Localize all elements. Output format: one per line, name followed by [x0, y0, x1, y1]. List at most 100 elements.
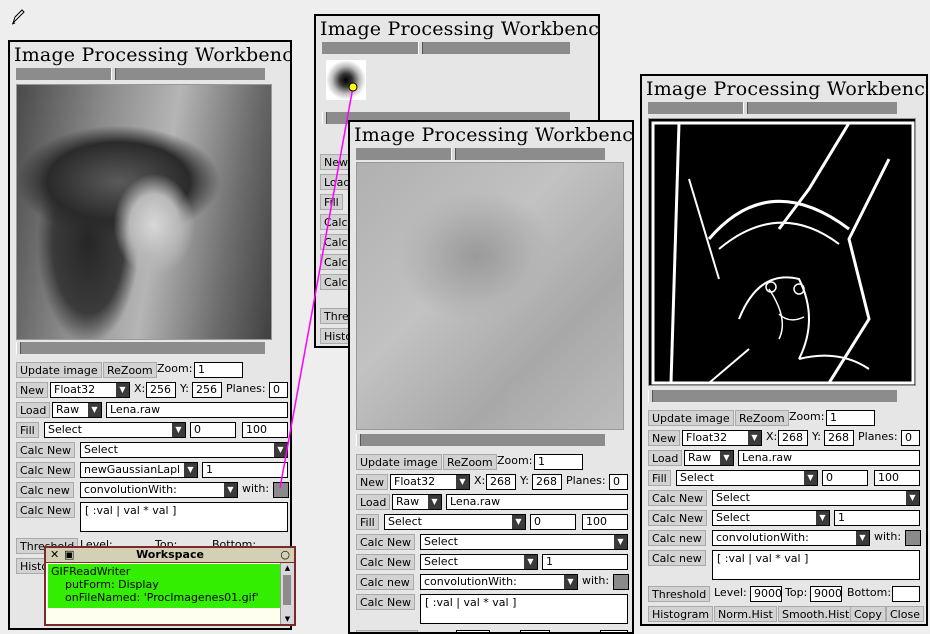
with-operand-swatch[interactable] — [613, 574, 629, 590]
calc-new-button-1[interactable]: Calc New — [16, 442, 76, 458]
calc-new-button-1[interactable]: Calc — [320, 214, 352, 230]
fill-dropdown[interactable]: Select ▼ — [676, 470, 818, 486]
fill-dropdown[interactable]: Select ▼ — [384, 514, 526, 530]
fill-min-field[interactable]: 0 — [190, 422, 236, 438]
format-dropdown[interactable]: Raw ▼ — [52, 402, 102, 418]
zoom-slider[interactable] — [322, 42, 570, 54]
calc-new-dropdown-3[interactable]: convolutionWith: ▼ — [420, 574, 578, 590]
image-scrollbar[interactable] — [16, 342, 265, 354]
calc-new-button-4[interactable]: Calc New — [16, 502, 76, 518]
close-icon[interactable]: ✕ — [50, 548, 59, 562]
new-button[interactable]: New — [356, 474, 388, 490]
image-view[interactable] — [356, 162, 624, 430]
load-button[interactable]: Load — [16, 402, 51, 418]
calc-new-button-2[interactable]: Calc New — [16, 462, 76, 478]
calc-new-dropdown-2[interactable]: Select ▼ — [712, 510, 830, 526]
fill-button[interactable]: Fill — [16, 422, 39, 438]
threshold-button[interactable]: Threshold — [648, 586, 711, 602]
level-field[interactable]: 9000 — [750, 586, 782, 602]
image-view[interactable] — [648, 118, 916, 386]
bottom-field[interactable] — [600, 630, 628, 632]
x-field[interactable]: 268 — [486, 474, 516, 490]
type-dropdown[interactable]: Float32 ▼ — [390, 474, 470, 490]
calc-new-button-4[interactable]: Calc New — [356, 594, 416, 610]
image-scrollbar[interactable] — [648, 390, 897, 402]
calc-new-button-4[interactable]: Calc new — [648, 550, 706, 566]
y-field[interactable]: 268 — [824, 430, 854, 446]
zoom-field[interactable]: 1 — [826, 410, 875, 426]
scroll-up-icon[interactable]: ▲ — [281, 563, 294, 573]
format-dropdown[interactable]: Raw ▼ — [684, 450, 734, 466]
image-scrollbar[interactable] — [356, 434, 605, 446]
calc-new-dropdown-3[interactable]: convolutionWith: ▼ — [80, 482, 238, 498]
calc-new-button-3[interactable]: Calc new — [356, 574, 414, 590]
new-button[interactable]: New — [16, 382, 48, 398]
calc-new-button-1[interactable]: Calc New — [356, 534, 416, 550]
rezoom-button[interactable]: ReZoom — [443, 454, 497, 470]
calc-new-button-3[interactable]: Calc new — [648, 530, 706, 546]
fill-button[interactable]: Fill — [356, 514, 379, 530]
close-button[interactable]: Close — [886, 606, 924, 622]
calc-new-dropdown-1[interactable]: Select ▼ — [80, 442, 288, 458]
y-field[interactable]: 256 — [192, 382, 222, 398]
zoom-slider[interactable] — [16, 68, 265, 80]
type-dropdown[interactable]: Float32 ▼ — [682, 430, 762, 446]
calc-new-dropdown-3[interactable]: convolutionWith: ▼ — [712, 530, 870, 546]
y-field[interactable]: 268 — [532, 474, 562, 490]
calc-new-dropdown-2[interactable]: newGaussianLapl ▼ — [80, 462, 198, 478]
calc-expression-field[interactable]: [ :val | val * val ] — [712, 550, 920, 580]
update-image-button[interactable]: Update image — [648, 410, 734, 426]
filename-field[interactable]: Lena.raw — [738, 450, 920, 466]
calc-param-field[interactable]: 1 — [834, 510, 920, 526]
calc-expression-field[interactable]: [ :val | val * val ] — [80, 502, 288, 532]
fill-min-field[interactable]: 0 — [530, 514, 576, 530]
workspace-scrollbar[interactable]: ▲ ▼ — [280, 563, 294, 624]
calc-new-button-2[interactable]: Calc New — [356, 554, 416, 570]
load-button[interactable]: Load — [648, 450, 683, 466]
with-operand-swatch[interactable] — [273, 482, 289, 498]
filename-field[interactable]: Lena.raw — [446, 494, 628, 510]
x-field[interactable]: 268 — [778, 430, 808, 446]
zoom-slider[interactable] — [648, 102, 897, 114]
menu-icon[interactable]: ▣ — [64, 548, 74, 562]
rezoom-button[interactable]: ReZoom — [103, 362, 157, 378]
filename-field[interactable]: Lena.raw — [106, 402, 288, 418]
image-view[interactable] — [16, 84, 272, 340]
update-image-button[interactable]: Update image — [16, 362, 102, 378]
type-dropdown[interactable]: Float32 ▼ — [50, 382, 130, 398]
fill-min-field[interactable]: 0 — [822, 470, 868, 486]
new-button[interactable]: New — [648, 430, 680, 446]
zoom-field[interactable]: 1 — [194, 362, 243, 378]
workspace-titlebar[interactable]: ✕ ▣ Workspace ○ — [46, 548, 294, 563]
calc-param-field[interactable]: 1 — [542, 554, 628, 570]
calc-new-button-3[interactable]: Calc — [320, 254, 352, 270]
x-field[interactable]: 256 — [146, 382, 176, 398]
fill-max-field[interactable]: 100 — [874, 470, 920, 486]
scroll-thumb[interactable] — [283, 575, 291, 605]
histogram-button[interactable]: Histogram — [648, 606, 714, 622]
calc-new-button-4[interactable]: Calc — [320, 274, 352, 290]
workspace-code[interactable]: GIFReadWriter putForm: Display onFileNam… — [48, 564, 282, 608]
fill-dropdown[interactable]: Select ▼ — [44, 422, 186, 438]
fill-max-field[interactable]: 100 — [242, 422, 288, 438]
calc-expression-field[interactable]: [ :val | val * val ] — [420, 594, 628, 624]
smooth-hist-button[interactable]: Smooth.Hist — [778, 606, 854, 622]
calc-new-button-2[interactable]: Calc — [320, 234, 352, 250]
bottom-field[interactable] — [892, 586, 920, 602]
fill-button[interactable]: Fill — [648, 470, 671, 486]
calc-new-button-2[interactable]: Calc New — [648, 510, 708, 526]
copy-button[interactable]: Copy — [850, 606, 886, 622]
with-operand-swatch[interactable] — [905, 530, 921, 546]
pencil-icon[interactable] — [10, 8, 26, 26]
load-button[interactable]: Load — [356, 494, 391, 510]
format-dropdown[interactable]: Raw ▼ — [392, 494, 442, 510]
calc-param-field[interactable]: 1 — [202, 462, 288, 478]
calc-new-button-1[interactable]: Calc New — [648, 490, 708, 506]
update-image-button[interactable]: Update image — [356, 454, 442, 470]
norm-hist-button[interactable]: Norm.Hist — [714, 606, 777, 622]
planes-field[interactable]: 0 — [269, 382, 288, 398]
zoom-field[interactable]: 1 — [534, 454, 583, 470]
top-field[interactable]: 9000 — [810, 586, 842, 602]
planes-field[interactable]: 0 — [609, 474, 628, 490]
calc-new-dropdown-1[interactable]: Select ▼ — [712, 490, 920, 506]
